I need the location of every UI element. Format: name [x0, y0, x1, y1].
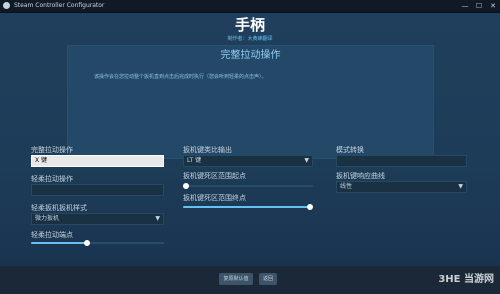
description-title: 完整拉动操作 — [220, 50, 281, 61]
slider-fill — [183, 206, 311, 208]
restore-default-button[interactable]: 复原默认值 — [219, 273, 253, 285]
slider-handle[interactable] — [307, 204, 314, 210]
watermark-text: 当游网 — [464, 274, 494, 285]
footer-bar: 复原默认值 返回 3HE 当游网 — [0, 266, 500, 294]
analog-output-dropdown[interactable]: LT 键 ▼ — [183, 155, 313, 167]
watermark-logo: 3HE 当游网 — [438, 270, 494, 285]
mode-shift-field[interactable] — [336, 155, 467, 167]
watermark-logo-mark: 3HE — [438, 274, 461, 285]
full-pull-value: X 键 — [35, 157, 48, 164]
range-end-label: 扳机键死区范围终点 — [183, 194, 246, 202]
description-panel: 完整拉动操作 该操作会在您拉动整个扳机直到点击后完成时执行（您会听到轻柔的点击声… — [67, 45, 434, 159]
description-text: 该操作会在您拉动整个扳机直到点击后完成时执行（您会听到轻柔的点击声）。 — [94, 74, 267, 80]
page-subtitle: 制作者：大黄蜂翻译 — [227, 36, 273, 42]
soft-threshold-slider[interactable] — [31, 240, 164, 246]
soft-style-value: 微力扳机 — [35, 215, 60, 222]
slider-fill — [31, 242, 87, 244]
slider-handle[interactable] — [83, 240, 90, 246]
main-panel: 手柄 制作者：大黄蜂翻译 完整拉动操作 该操作会在您拉动整个扳机直到点击后完成时… — [0, 13, 500, 266]
soft-style-label: 轻柔扳机扳机样式 — [31, 204, 87, 212]
window-title: Steam Controller Configurator — [14, 2, 105, 9]
soft-pull-label: 轻柔拉动操作 — [31, 175, 73, 183]
steam-logo-icon — [3, 2, 10, 9]
chevron-down-icon: ▼ — [155, 215, 160, 222]
response-curve-value: 线性 — [340, 183, 353, 190]
soft-pull-field[interactable] — [31, 184, 164, 196]
minimize-button[interactable]: — — [458, 0, 472, 12]
page-title: 手柄 — [234, 16, 265, 34]
soft-style-dropdown[interactable]: 微力扳机 ▼ — [31, 213, 164, 225]
analog-output-value: LT 键 — [187, 157, 202, 164]
full-pull-field[interactable]: X 键 — [31, 155, 164, 167]
maximize-button[interactable]: ☐ — [472, 0, 486, 12]
chevron-down-icon: ▼ — [304, 157, 309, 164]
close-button[interactable]: ✕ — [486, 0, 500, 12]
range-start-slider[interactable] — [182, 183, 313, 189]
back-button[interactable]: 返回 — [259, 273, 277, 285]
soft-threshold-label: 轻柔拉动端点 — [31, 231, 73, 239]
response-curve-label: 扳机键响应曲线 — [336, 172, 385, 180]
slider-handle[interactable] — [182, 183, 189, 189]
response-curve-dropdown[interactable]: 线性 ▼ — [336, 181, 467, 193]
full-pull-label: 完整拉动操作 — [31, 146, 73, 154]
chevron-down-icon: ▼ — [458, 183, 463, 190]
window-titlebar: Steam Controller Configurator — ☐ ✕ — [0, 0, 500, 13]
range-start-label: 扳机键死区范围起点 — [183, 172, 246, 180]
mode-shift-label: 模式转换 — [336, 146, 364, 154]
range-end-slider[interactable] — [183, 204, 314, 210]
analog-output-label: 扳机键类比输出 — [183, 146, 232, 154]
